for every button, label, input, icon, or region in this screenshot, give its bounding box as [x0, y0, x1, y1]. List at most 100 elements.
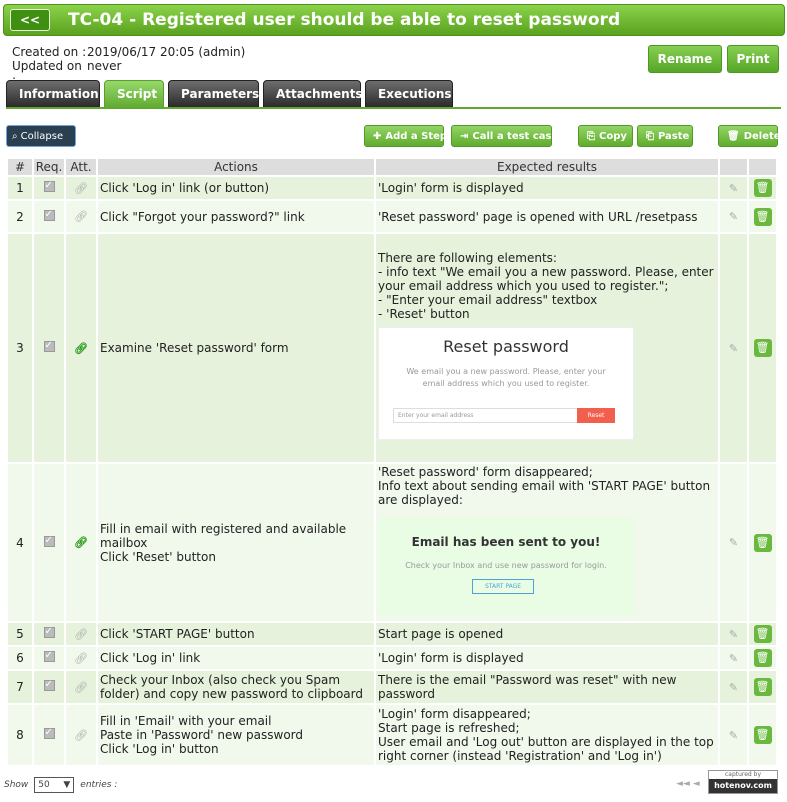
dropdown-arrow-icon: ▼ — [63, 780, 71, 790]
link-icon[interactable]: 🔗︎ — [66, 201, 96, 232]
back-button[interactable]: << — [10, 9, 50, 31]
tab-executions[interactable]: Executions — [365, 80, 453, 108]
delete-step-icon[interactable]: 🗑 — [749, 234, 776, 462]
link-icon[interactable]: 🔗︎ — [66, 177, 96, 199]
page-size-select[interactable]: 50 ▼ — [34, 777, 75, 793]
col-delete — [749, 159, 776, 175]
col-required[interactable]: Req. — [34, 159, 64, 175]
paste-label: Paste — [658, 130, 690, 142]
step-action[interactable]: Click 'Log in' link (or button) — [98, 177, 374, 199]
link-icon[interactable]: 🔗︎ — [66, 234, 96, 462]
delete-step-icon[interactable]: 🗑 — [749, 201, 776, 232]
call-test-case-button[interactable]: ⇥ Call a test case — [451, 125, 558, 147]
required-checkbox[interactable] — [34, 647, 64, 669]
step-expected: There are following elements: - info tex… — [378, 250, 714, 321]
step-action[interactable]: Click 'Log in' link — [98, 647, 374, 669]
pencil-icon[interactable]: ✎ — [720, 647, 747, 669]
pencil-icon[interactable]: ✎ — [720, 234, 747, 462]
step-expected-cell[interactable]: 'Reset password' form disappeared; Info … — [376, 464, 718, 621]
copy-icon: ⎘ — [587, 130, 595, 142]
email-sent-screenshot: Email has been sent to you! Check your I… — [378, 517, 634, 614]
step-number: 5 — [8, 623, 32, 645]
screenshot-start-page-button: START PAGE — [472, 579, 534, 594]
step-action[interactable]: Check your Inbox (also check you Spam fo… — [98, 671, 374, 703]
step-action[interactable]: Click "Forgot your password?" link — [98, 201, 374, 232]
step-action[interactable]: Click 'START PAGE' button — [98, 623, 374, 645]
capture-badge: captured by hotenov.com — [708, 770, 778, 794]
copy-label: Copy — [599, 130, 627, 142]
print-button[interactable]: Print — [727, 45, 779, 73]
table-row[interactable]: 4 🔗︎ Fill in email with registered and a… — [8, 464, 776, 621]
step-expected: 'Reset password' form disappeared; Info … — [378, 465, 711, 507]
delete-step-icon[interactable]: 🗑 — [749, 623, 776, 645]
col-actions[interactable]: Actions — [98, 159, 374, 175]
table-row[interactable]: 6 🔗︎ Click 'Log in' link 'Login' form is… — [8, 647, 776, 669]
required-checkbox[interactable] — [34, 234, 64, 462]
table-row[interactable]: 3 🔗︎ Examine 'Reset password' form There… — [8, 234, 776, 462]
steps-table: # Req. Att. Actions Expected results 1 🔗… — [6, 157, 778, 767]
step-expected[interactable]: There is the email "Password was reset" … — [376, 671, 718, 703]
pencil-icon[interactable]: ✎ — [720, 201, 747, 232]
link-icon[interactable]: 🔗︎ — [66, 705, 96, 765]
delete-step-icon[interactable]: 🗑 — [749, 177, 776, 199]
delete-step-icon[interactable]: 🗑 — [749, 671, 776, 703]
step-action[interactable]: Examine 'Reset password' form — [98, 234, 374, 462]
table-row[interactable]: 5 🔗︎ Click 'START PAGE' button Start pag… — [8, 623, 776, 645]
step-expected[interactable]: 'Reset password' page is opened with URL… — [376, 201, 718, 232]
col-attachment[interactable]: Att. — [66, 159, 96, 175]
link-icon[interactable]: 🔗︎ — [66, 464, 96, 621]
required-checkbox[interactable] — [34, 464, 64, 621]
link-icon[interactable]: 🔗︎ — [66, 671, 96, 703]
step-expected-cell[interactable]: There are following elements: - info tex… — [376, 234, 718, 462]
step-action[interactable]: Fill in 'Email' with your email Paste in… — [98, 705, 374, 765]
table-row[interactable]: 2 🔗︎ Click "Forgot your password?" link … — [8, 201, 776, 232]
screenshot-reset-button: Reset — [577, 407, 615, 423]
delete-step-icon[interactable]: 🗑 — [749, 705, 776, 765]
required-checkbox[interactable] — [34, 623, 64, 645]
badge-bottom-text: hotenov.com — [709, 779, 777, 793]
pencil-icon[interactable]: ✎ — [720, 177, 747, 199]
col-expected[interactable]: Expected results — [376, 159, 718, 175]
paste-button[interactable]: ⎗ Paste — [637, 125, 693, 147]
delete-button[interactable]: 🗑 Delete — [718, 125, 781, 147]
table-row[interactable]: 7 🔗︎ Check your Inbox (also check you Sp… — [8, 671, 776, 703]
tab-underline — [6, 107, 781, 109]
pager-controls[interactable]: ◄◄ ◄ — [676, 779, 700, 789]
step-expected[interactable]: 'Login' form is displayed — [376, 177, 718, 199]
tab-script[interactable]: Script — [104, 80, 164, 108]
required-checkbox[interactable] — [34, 671, 64, 703]
pencil-icon[interactable]: ✎ — [720, 623, 747, 645]
tab-attachments[interactable]: Attachments — [263, 80, 363, 108]
step-number: 7 — [8, 671, 32, 703]
created-value: 2019/06/17 20:05 (admin) — [87, 45, 246, 59]
title-bar: << TC-04 - Registered user should be abl… — [3, 4, 785, 36]
delete-step-icon[interactable]: 🗑 — [749, 464, 776, 621]
delete-step-icon[interactable]: 🗑 — [749, 647, 776, 669]
pencil-icon[interactable]: ✎ — [720, 464, 747, 621]
link-icon[interactable]: 🔗︎ — [66, 647, 96, 669]
table-row[interactable]: 1 🔗︎ Click 'Log in' link (or button) 'Lo… — [8, 177, 776, 199]
required-checkbox[interactable] — [34, 177, 64, 199]
badge-top-text: captured by — [724, 771, 762, 778]
required-checkbox[interactable] — [34, 201, 64, 232]
pencil-icon[interactable]: ✎ — [720, 705, 747, 765]
reset-password-screenshot: Reset password We email you a new passwo… — [378, 326, 634, 440]
copy-button[interactable]: ⎘ Copy — [578, 125, 633, 147]
link-icon[interactable]: 🔗︎ — [66, 623, 96, 645]
step-expected[interactable]: 'Login' form is displayed — [376, 647, 718, 669]
step-expected[interactable]: 'Login' form disappeared; Start page is … — [376, 705, 718, 765]
step-number: 3 — [8, 234, 32, 462]
tab-parameters[interactable]: Parameters — [168, 80, 259, 108]
rename-button[interactable]: Rename — [648, 45, 722, 73]
screenshot-title: Reset password — [443, 336, 569, 356]
table-row[interactable]: 8 🔗︎ Fill in 'Email' with your email Pas… — [8, 705, 776, 765]
col-number[interactable]: # — [8, 159, 32, 175]
required-checkbox[interactable] — [34, 705, 64, 765]
step-action[interactable]: Fill in email with registered and availa… — [98, 464, 374, 621]
step-expected[interactable]: Start page is opened — [376, 623, 718, 645]
tab-information[interactable]: Information — [6, 80, 100, 108]
add-step-button[interactable]: ✚ Add a Step — [364, 125, 447, 147]
pencil-icon[interactable]: ✎ — [720, 671, 747, 703]
created-label: Created on : — [12, 45, 87, 59]
collapse-button[interactable]: ⌕ Collapse — [6, 125, 76, 147]
